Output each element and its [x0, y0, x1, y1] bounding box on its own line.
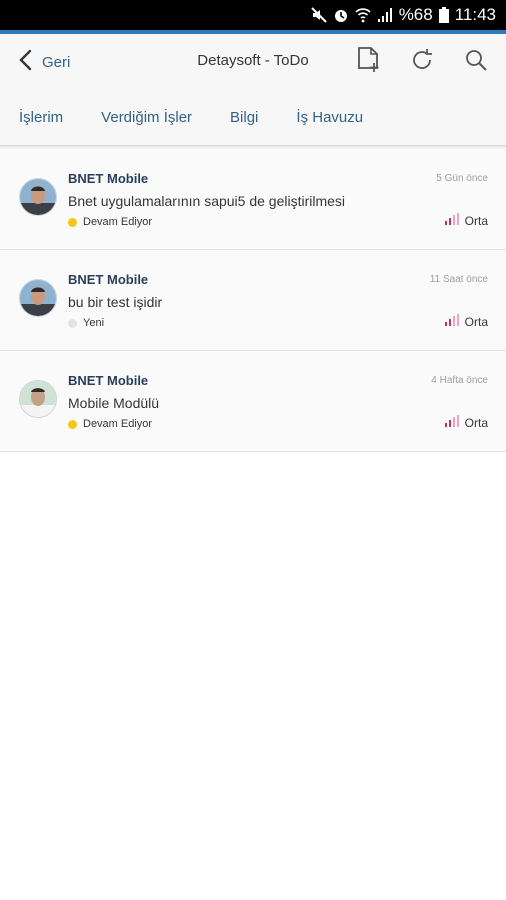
- wifi-icon: [355, 7, 371, 23]
- status-bar: %68 11:43: [0, 0, 506, 30]
- chevron-left-icon: [18, 49, 32, 75]
- search-button[interactable]: [460, 46, 492, 78]
- status-label: Yeni: [83, 317, 105, 329]
- new-document-icon: [355, 46, 381, 79]
- priority-bars-icon: [444, 314, 459, 329]
- tab-islerim[interactable]: İşlerim: [19, 109, 63, 126]
- status-dot-icon: [68, 217, 77, 227]
- task-description: bu bir test işidir: [68, 294, 163, 310]
- search-icon: [463, 47, 489, 78]
- tab-is-havuzu[interactable]: İş Havuzu: [296, 109, 363, 126]
- task-list-item[interactable]: BNET Mobile 5 Gün önce Bnet uygulamaları…: [0, 149, 506, 250]
- task-priority: Orta: [444, 213, 488, 228]
- back-button[interactable]: Geri: [18, 49, 70, 75]
- avatar: [19, 178, 57, 216]
- task-status: Devam Ediyor: [68, 418, 152, 430]
- mute-icon: [310, 7, 327, 23]
- signal-icon: [377, 7, 393, 23]
- alarm-icon: [333, 7, 349, 23]
- task-time: 4 Hafta önce: [431, 375, 488, 386]
- task-time: 11 Saat önce: [429, 274, 488, 285]
- status-label: Devam Ediyor: [83, 418, 153, 430]
- avatar: [19, 279, 57, 317]
- task-owner: BNET Mobile: [68, 272, 149, 287]
- task-list-item[interactable]: BNET Mobile 11 Saat önce bu bir test işi…: [0, 250, 506, 351]
- task-time: 5 Gün önce: [436, 173, 488, 184]
- refresh-button[interactable]: [406, 46, 438, 78]
- new-task-button[interactable]: [352, 46, 384, 78]
- priority-label: Orta: [464, 314, 488, 329]
- task-status: Yeni: [68, 317, 104, 329]
- task-description: Mobile Modülü: [68, 395, 160, 411]
- priority-bars-icon: [444, 213, 459, 228]
- priority-bars-icon: [444, 415, 459, 430]
- priority-label: Orta: [464, 415, 488, 430]
- task-description: Bnet uygulamalarının sapui5 de geliştiri…: [68, 193, 346, 209]
- task-list: BNET Mobile 5 Gün önce Bnet uygulamaları…: [0, 149, 506, 452]
- task-priority: Orta: [444, 415, 488, 430]
- task-list-item[interactable]: BNET Mobile 4 Hafta önce Mobile Modülü D…: [0, 351, 506, 452]
- app-header: Geri Detaysoft - ToDo: [0, 34, 506, 90]
- avatar: [19, 380, 57, 418]
- battery-percent: %68: [398, 5, 433, 24]
- back-label: Geri: [42, 53, 71, 71]
- status-dot-icon: [68, 318, 77, 328]
- tab-bilgi[interactable]: Bilgi: [230, 109, 258, 126]
- task-priority: Orta: [444, 314, 488, 329]
- clock: 11:43: [454, 5, 496, 24]
- refresh-icon: [409, 47, 435, 78]
- task-owner: BNET Mobile: [68, 171, 149, 186]
- status-dot-icon: [68, 419, 77, 429]
- tab-verdigim-isler[interactable]: Verdiğim İşler: [101, 109, 192, 126]
- tab-bar: İşlerim Verdiğim İşler Bilgi İş Havuzu: [0, 90, 506, 146]
- task-status: Devam Ediyor: [68, 216, 152, 228]
- battery-icon: [438, 7, 449, 23]
- status-label: Devam Ediyor: [83, 216, 153, 228]
- task-owner: BNET Mobile: [68, 373, 149, 388]
- priority-label: Orta: [464, 213, 488, 228]
